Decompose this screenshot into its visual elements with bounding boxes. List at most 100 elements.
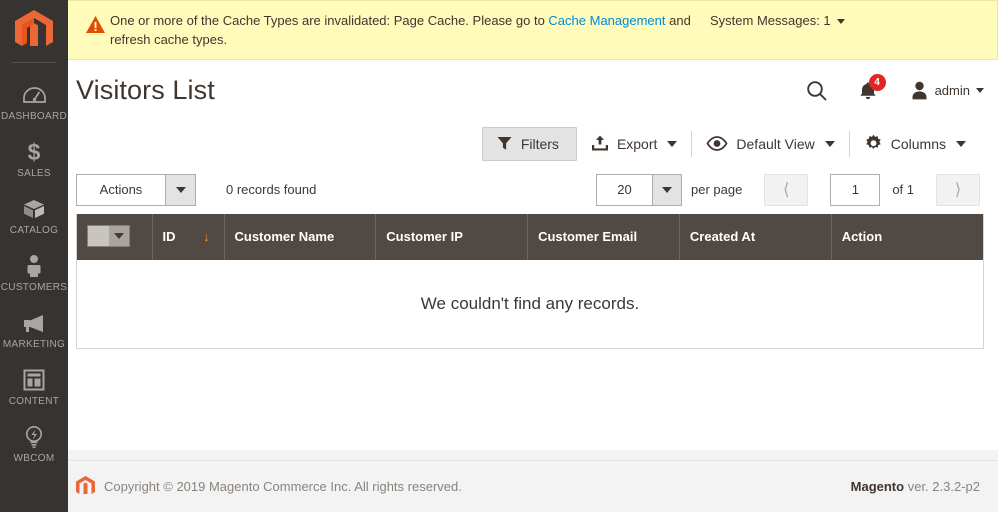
column-label: ID [162, 229, 176, 245]
chevron-down-icon [661, 186, 672, 193]
sidebar-item-dashboard[interactable]: DASHBOARD [0, 73, 68, 130]
column-label: Customer Email [538, 229, 638, 245]
megaphone-icon [21, 310, 47, 336]
layout-page-icon [23, 367, 45, 393]
chevron-down-icon [114, 232, 124, 239]
sidebar-item-marketing[interactable]: MARKETING [0, 301, 68, 358]
page-footer: Copyright © 2019 Magento Commerce Inc. A… [68, 460, 998, 512]
per-page-label: per page [690, 182, 743, 198]
chevron-right-icon: ⟩ [954, 180, 962, 200]
system-messages-label: System Messages: 1 [710, 13, 831, 28]
sidebar-item-label: CATALOG [9, 225, 59, 236]
copyright-text: Copyright © 2019 Magento Commerce Inc. A… [104, 479, 462, 494]
system-messages-dropdown[interactable]: System Messages: 1 [710, 10, 845, 28]
column-header-id[interactable]: ID ↓ [152, 213, 225, 260]
pagination: 20 per page ⟨ of 1 ⟩ [595, 173, 980, 206]
per-page-value: 20 [617, 182, 632, 198]
records-found-label: 0 records found [226, 182, 317, 198]
per-page-dropdown[interactable]: 20 [595, 173, 682, 206]
default-view-label: Default View [736, 135, 815, 152]
export-button[interactable]: Export [577, 135, 691, 152]
column-label: Customer IP [386, 229, 463, 245]
funnel-icon [497, 137, 512, 150]
chevron-down-icon [976, 87, 984, 93]
select-all-dropdown[interactable] [87, 224, 130, 247]
sidebar-item-label: SALES [17, 168, 51, 179]
filters-label: Filters [520, 135, 559, 152]
chevron-down-icon [667, 140, 678, 147]
notification-count-badge: 4 [868, 73, 886, 91]
avatar-icon [912, 81, 927, 100]
chevron-down-icon [836, 18, 845, 24]
page-title: Visitors List [76, 75, 215, 106]
default-view-button[interactable]: Default View [692, 136, 848, 152]
footer-copyright: Copyright © 2019 Magento Commerce Inc. A… [76, 476, 462, 497]
column-header-created-at[interactable]: Created At [679, 213, 832, 260]
magento-logo-icon [15, 10, 53, 46]
eye-icon [706, 136, 728, 152]
table-body: We couldn't find any records. [77, 259, 983, 348]
column-header-customer-email[interactable]: Customer Email [527, 213, 680, 260]
sidebar-item-label: MARKETING [2, 339, 66, 350]
columns-button[interactable]: Columns [850, 134, 980, 153]
column-header-customer-ip[interactable]: Customer IP [375, 213, 529, 260]
grid-controls: Actions 0 records found 20 per page ⟨ of… [68, 166, 998, 214]
gear-icon [866, 134, 881, 150]
empty-state-row: We couldn't find any records. [77, 259, 983, 348]
sidebar-item-content[interactable]: CONTENT [0, 358, 68, 415]
page-number-input[interactable] [830, 173, 881, 206]
admin-username: admin [934, 83, 970, 99]
export-icon [591, 135, 608, 151]
dashboard-gauge-icon [22, 82, 46, 108]
warning-triangle-icon [80, 10, 110, 34]
previous-page-button[interactable]: ⟨ [764, 173, 809, 206]
sidebar-item-label: CONTENT [8, 396, 60, 407]
chevron-left-icon: ⟨ [782, 180, 790, 200]
total-pages-label: of 1 [892, 182, 914, 198]
banner-message: One or more of the Cache Types are inval… [110, 10, 710, 50]
export-label: Export [616, 135, 658, 152]
chevron-down-icon [956, 140, 966, 147]
sidebar-item-catalog[interactable]: CATALOG [0, 187, 68, 244]
footer-version-text: ver. 2.3.2-p2 [907, 479, 980, 494]
magento-logo[interactable] [0, 0, 68, 62]
table-header: ID ↓ Customer Name Customer IP Customer … [77, 213, 983, 260]
actions-label: Actions [99, 182, 143, 198]
column-header-customer-name[interactable]: Customer Name [224, 213, 377, 260]
select-all-column [77, 213, 153, 260]
person-icon [25, 253, 43, 279]
sidebar-item-customers[interactable]: CUSTOMERS [0, 244, 68, 301]
sidebar-divider [12, 62, 56, 63]
notifications-button[interactable]: 4 [859, 73, 886, 101]
sidebar: DASHBOARD $ SALES CATALOG CUSTOMERS MARK… [0, 0, 68, 512]
chevron-down-icon [175, 186, 186, 193]
next-page-button[interactable]: ⟩ [936, 173, 980, 206]
search-button[interactable] [806, 80, 827, 101]
dollar-sign-icon: $ [24, 139, 44, 165]
empty-state-message: We couldn't find any records. [77, 259, 983, 348]
sidebar-item-sales[interactable]: $ SALES [0, 130, 68, 187]
search-icon [806, 81, 827, 101]
visitors-grid: ID ↓ Customer Name Customer IP Customer … [76, 213, 984, 349]
column-label: Customer Name [234, 229, 335, 245]
select-all-checkbox[interactable] [88, 225, 109, 246]
header-actions: 4 admin [806, 73, 984, 101]
actions-dropdown-arrow[interactable] [165, 174, 195, 205]
column-header-action[interactable]: Action [831, 213, 983, 260]
admin-menu[interactable]: admin [911, 81, 984, 100]
cache-management-link[interactable]: Cache Management [548, 13, 665, 28]
lightbulb-icon [23, 424, 45, 450]
per-page-dropdown-arrow[interactable] [651, 174, 681, 205]
select-all-arrow[interactable] [109, 225, 129, 246]
footer-version: Magento ver. 2.3.2-p2 [851, 479, 980, 494]
svg-text:$: $ [28, 140, 41, 164]
sidebar-item-wbcom[interactable]: WBCOM [0, 415, 68, 472]
sidebar-item-label: CUSTOMERS [0, 282, 68, 293]
sidebar-item-label: WBCOM [13, 453, 55, 464]
chevron-down-icon [824, 140, 835, 147]
actions-dropdown[interactable]: Actions [76, 173, 196, 206]
footer-brand: Magento [850, 479, 905, 494]
table-header-row: ID ↓ Customer Name Customer IP Customer … [77, 213, 983, 260]
box-icon [22, 196, 46, 222]
filters-button[interactable]: Filters [481, 126, 577, 161]
